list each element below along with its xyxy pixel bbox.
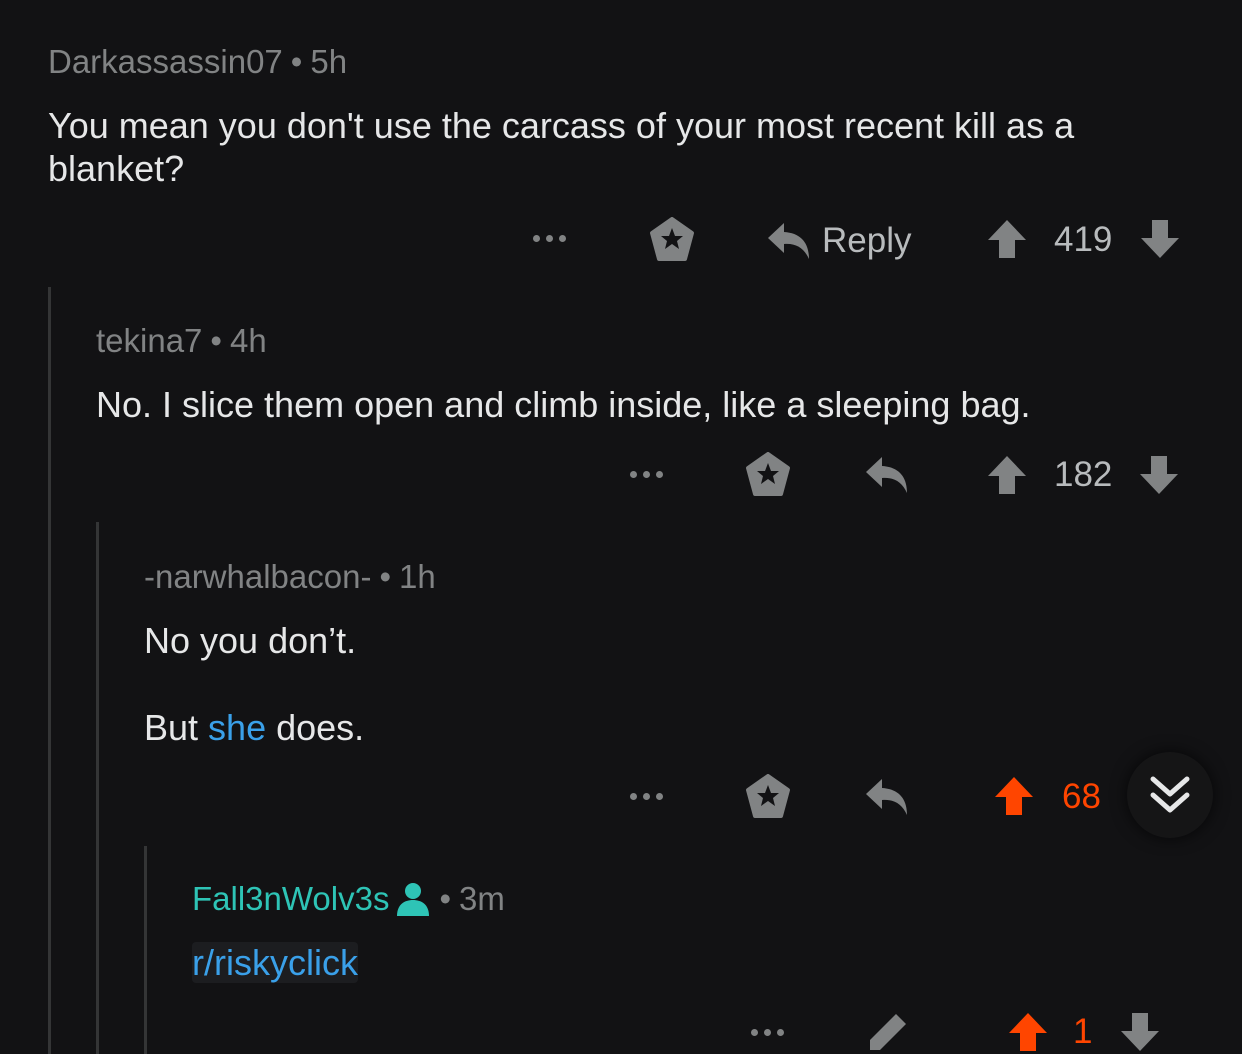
downvote-button[interactable] xyxy=(1137,454,1181,496)
vote-score: 68 xyxy=(1062,777,1101,816)
collapse-button[interactable] xyxy=(1127,752,1213,838)
downvote-icon xyxy=(1121,1013,1159,1051)
vote-score: 182 xyxy=(1054,455,1113,494)
comment-body: r/riskyclick xyxy=(192,941,358,984)
comment-body: No. I slice them open and climb inside, … xyxy=(96,384,1031,425)
comment-author[interactable]: Darkassassin07 xyxy=(48,43,283,81)
reply-icon xyxy=(866,457,907,493)
upvote-button-active[interactable] xyxy=(992,774,1036,818)
award-button[interactable] xyxy=(744,451,792,499)
comment-meta: Darkassassin07 • 5h xyxy=(48,43,347,81)
comment-body-line-1: No you don’t. xyxy=(144,620,357,661)
separator-dot: • xyxy=(379,558,392,595)
more-icon[interactable] xyxy=(630,793,663,800)
comment-author[interactable]: -narwhalbacon- xyxy=(144,558,371,596)
more-icon[interactable] xyxy=(751,1029,784,1036)
thread-line-level-2[interactable] xyxy=(96,522,99,1054)
award-icon xyxy=(746,452,790,496)
comment-time: 1h xyxy=(399,558,436,595)
more-icon[interactable] xyxy=(533,235,566,242)
upvote-icon xyxy=(995,777,1033,815)
comment-author-op[interactable]: Fall3nWolv3s xyxy=(192,880,389,918)
award-icon xyxy=(650,217,694,261)
separator-dot: • xyxy=(439,880,452,917)
downvote-button[interactable] xyxy=(1118,1010,1162,1054)
reply-button[interactable]: Reply xyxy=(766,218,911,264)
edit-icon xyxy=(870,1014,906,1050)
body-text: But xyxy=(144,707,209,748)
reply-icon xyxy=(768,223,809,259)
upvote-button-active[interactable] xyxy=(1006,1010,1050,1054)
award-button[interactable] xyxy=(744,773,792,821)
reply-button[interactable] xyxy=(864,776,910,818)
downvote-button[interactable] xyxy=(1138,218,1182,260)
collapse-icon xyxy=(1150,776,1190,813)
award-button[interactable] xyxy=(648,216,696,264)
body-text: does. xyxy=(266,707,365,748)
vote-score: 1 xyxy=(1073,1012,1093,1051)
reply-icon xyxy=(866,779,907,815)
separator-dot: • xyxy=(290,43,303,80)
comment-body-line-2: But she does. xyxy=(144,706,364,749)
upvote-icon xyxy=(988,220,1026,258)
user-icon xyxy=(397,883,430,916)
separator-dot: • xyxy=(210,322,222,359)
edit-button[interactable] xyxy=(866,1010,910,1054)
comment-body: You mean you don't use the carcass of yo… xyxy=(48,105,1075,189)
award-icon xyxy=(746,774,790,818)
comment-time: 4h xyxy=(229,322,267,359)
upvote-button[interactable] xyxy=(985,218,1029,260)
reply-label: Reply xyxy=(822,221,912,260)
comment-time: 5h xyxy=(310,43,348,80)
subreddit-link[interactable]: r/riskyclick xyxy=(192,942,358,983)
comment-author[interactable]: tekina7 xyxy=(96,322,202,360)
comment-meta: tekina7 • 4h xyxy=(96,322,267,360)
downvote-icon xyxy=(1141,220,1179,258)
comment-meta: Fall3nWolv3s • 3m xyxy=(192,880,505,918)
upvote-icon xyxy=(988,456,1026,494)
reply-button[interactable] xyxy=(864,454,910,496)
upvote-icon xyxy=(1009,1013,1047,1051)
more-icon[interactable] xyxy=(630,471,663,478)
comment-meta: -narwhalbacon- • 1h xyxy=(144,558,436,596)
thread-line-level-1[interactable] xyxy=(48,287,51,1054)
upvote-button[interactable] xyxy=(985,454,1029,496)
vote-score: 419 xyxy=(1054,220,1113,259)
downvote-icon xyxy=(1140,456,1178,494)
body-link[interactable]: she xyxy=(208,707,266,748)
comment-time: 3m xyxy=(459,880,505,917)
thread-line-level-3[interactable] xyxy=(144,846,147,1054)
